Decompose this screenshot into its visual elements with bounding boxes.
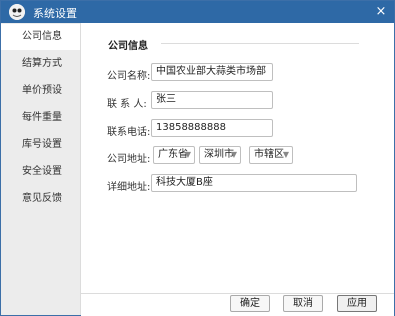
contact-label: 联 系 人: <box>107 99 147 110</box>
window-title: 系统设置 <box>33 7 77 20</box>
sidebar-item-security[interactable]: 安全设置 <box>1 159 80 185</box>
sidebar-item-warehouse[interactable]: 库号设置 <box>1 132 80 158</box>
close-icon[interactable]: × <box>372 3 390 21</box>
chevron-down-icon: ▼ <box>230 150 237 159</box>
cancel-button[interactable]: 取消 <box>283 295 323 312</box>
sidebar-item-company-info[interactable]: 公司信息 <box>1 24 80 50</box>
phone-label: 联系电话: <box>107 127 151 138</box>
province-value: 广东省 <box>158 149 188 160</box>
section-title: 公司信息 <box>108 41 148 52</box>
phone-field[interactable]: 13858888888 <box>151 119 273 137</box>
settings-window: 系统设置 × 公司信息 结算方式 单价预设 每件重量 库号设置 安全设置 意见反… <box>0 0 395 316</box>
address-label: 公司地址: <box>107 154 151 165</box>
district-select[interactable]: 市辖区 ▼ <box>249 146 293 164</box>
company-name-label: 公司名称: <box>107 71 151 82</box>
sidebar: 公司信息 结算方式 单价预设 每件重量 库号设置 安全设置 意见反馈 <box>1 23 81 315</box>
apply-button[interactable]: 应用 <box>337 295 377 312</box>
title-bar: 系统设置 × <box>1 1 394 23</box>
company-name-field[interactable]: 中国农业部大蒜类市场部 <box>151 63 273 81</box>
sidebar-item-unit-price[interactable]: 单价预设 <box>1 78 80 104</box>
contact-field[interactable]: 张三 <box>151 91 273 109</box>
app-logo-icon <box>9 4 25 20</box>
detail-address-label: 详细地址: <box>107 182 151 193</box>
content-panel: 公司信息 公司名称: 中国农业部大蒜类市场部 联 系 人: 张三 联系电话: 1… <box>81 23 394 293</box>
ok-button[interactable]: 确定 <box>230 295 270 312</box>
sidebar-item-weight[interactable]: 每件重量 <box>1 105 80 131</box>
city-value: 深圳市 <box>204 149 234 160</box>
sidebar-item-settlement[interactable]: 结算方式 <box>1 51 80 77</box>
province-select[interactable]: 广东省 ▼ <box>153 146 195 164</box>
sidebar-item-feedback[interactable]: 意见反馈 <box>1 186 80 212</box>
city-select[interactable]: 深圳市 ▼ <box>199 146 241 164</box>
footer-bar: 确定 取消 应用 <box>81 293 394 316</box>
chevron-down-icon: ▼ <box>282 150 289 159</box>
section-divider <box>161 43 359 44</box>
district-value: 市辖区 <box>254 149 284 160</box>
detail-address-field[interactable]: 科技大厦B座 <box>151 174 357 192</box>
chevron-down-icon: ▼ <box>184 150 191 159</box>
